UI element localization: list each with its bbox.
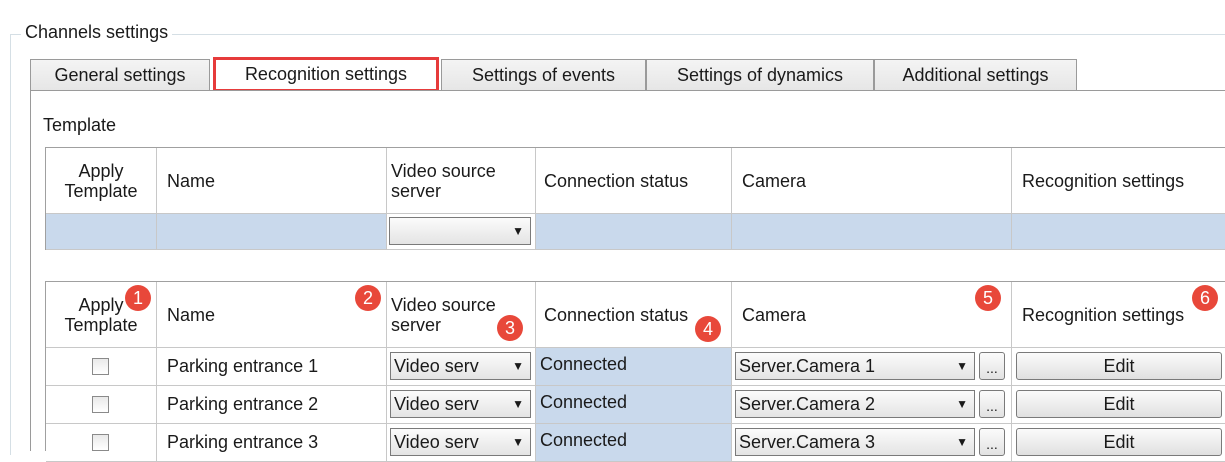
chevron-down-icon: ▼	[512, 435, 524, 449]
edit-recognition-button[interactable]: Edit	[1016, 390, 1222, 418]
template-label: Template	[43, 115, 117, 135]
server-cell: Video serv ▼	[387, 424, 536, 462]
server-combo[interactable]: Video serv ▼	[390, 352, 531, 380]
camera-cell: Server.Camera 3 ▼ ...	[732, 424, 1012, 462]
annotation-badge-4: 4	[695, 316, 721, 342]
tab-recognition-settings[interactable]: Recognition settings	[213, 57, 439, 92]
server-cell: Video serv ▼	[387, 348, 536, 386]
apply-template-cell	[46, 424, 157, 462]
column-header-name[interactable]: Name	[157, 148, 387, 214]
column-header-apply-template[interactable]: Apply Template	[46, 148, 157, 214]
apply-template-checkbox[interactable]	[92, 434, 109, 451]
camera-combo-value: Server.Camera 3	[739, 432, 876, 452]
column-header-name[interactable]: Name	[157, 282, 387, 348]
template-server-combo[interactable]: ▼	[389, 217, 531, 245]
annotation-badge-6: 6	[1192, 285, 1218, 311]
channel-name[interactable]: Parking entrance 3	[157, 424, 387, 462]
recognition-cell: Edit	[1012, 386, 1225, 424]
tab-settings-of-events[interactable]: Settings of events	[441, 59, 646, 90]
annotation-badge-1: 1	[125, 285, 151, 311]
camera-combo[interactable]: Server.Camera 3 ▼	[735, 428, 975, 456]
edit-recognition-button[interactable]: Edit	[1016, 352, 1222, 380]
camera-cell: Server.Camera 2 ▼ ...	[732, 386, 1012, 424]
channel-name[interactable]: Parking entrance 2	[157, 386, 387, 424]
server-cell: Video serv ▼	[387, 386, 536, 424]
tab-additional-settings[interactable]: Additional settings	[874, 59, 1077, 90]
column-header-camera[interactable]: Camera	[732, 148, 1012, 214]
apply-template-cell	[46, 386, 157, 424]
camera-browse-button[interactable]: ...	[979, 390, 1005, 418]
camera-combo[interactable]: Server.Camera 2 ▼	[735, 390, 975, 418]
edit-recognition-button[interactable]: Edit	[1016, 428, 1222, 456]
apply-template-checkbox[interactable]	[92, 396, 109, 413]
camera-cell: Server.Camera 1 ▼ ...	[732, 348, 1012, 386]
camera-browse-button[interactable]: ...	[979, 428, 1005, 456]
camera-combo[interactable]: Server.Camera 1 ▼	[735, 352, 975, 380]
connection-status: Connected	[536, 424, 732, 462]
camera-browse-button[interactable]: ...	[979, 352, 1005, 380]
apply-template-checkbox[interactable]	[92, 358, 109, 375]
chevron-down-icon: ▼	[956, 397, 968, 411]
tab-general-settings[interactable]: General settings	[30, 59, 210, 90]
server-combo[interactable]: Video serv ▼	[390, 390, 531, 418]
chevron-down-icon: ▼	[512, 224, 524, 238]
template-recognition-cell[interactable]	[1012, 214, 1225, 250]
recognition-cell: Edit	[1012, 424, 1225, 462]
annotation-badge-5: 5	[975, 285, 1001, 311]
server-combo-value: Video serv	[394, 356, 479, 376]
column-header-video-source-server[interactable]: Video source server	[387, 148, 536, 214]
annotation-badge-3: 3	[497, 315, 523, 341]
template-camera-cell[interactable]	[732, 214, 1012, 250]
apply-template-cell	[46, 348, 157, 386]
tab-settings-of-dynamics[interactable]: Settings of dynamics	[646, 59, 874, 90]
column-header-connection-status[interactable]: Connection status	[536, 148, 732, 214]
channel-name[interactable]: Parking entrance 1	[157, 348, 387, 386]
recognition-cell: Edit	[1012, 348, 1225, 386]
chevron-down-icon: ▼	[512, 397, 524, 411]
camera-combo-value: Server.Camera 2	[739, 394, 876, 414]
chevron-down-icon: ▼	[956, 359, 968, 373]
groupbox-title: Channels settings	[21, 20, 173, 44]
server-combo-value: Video serv	[394, 432, 479, 452]
connection-status: Connected	[536, 348, 732, 386]
server-combo-value: Video serv	[394, 394, 479, 414]
chevron-down-icon: ▼	[512, 359, 524, 373]
channels-grid: Apply Template Name Video source server …	[45, 281, 1225, 462]
template-apply-cell[interactable]	[46, 214, 157, 250]
annotation-badge-2: 2	[355, 285, 381, 311]
column-header-camera[interactable]: Camera	[732, 282, 1012, 348]
chevron-down-icon: ▼	[956, 435, 968, 449]
template-grid: Apply Template Name Video source server …	[45, 147, 1225, 250]
connection-status: Connected	[536, 386, 732, 424]
template-server-cell: ▼	[387, 214, 536, 250]
camera-combo-value: Server.Camera 1	[739, 356, 876, 376]
template-name-cell[interactable]	[157, 214, 387, 250]
server-combo[interactable]: Video serv ▼	[390, 428, 531, 456]
template-status-cell	[536, 214, 732, 250]
column-header-recognition-settings[interactable]: Recognition settings	[1012, 148, 1225, 214]
